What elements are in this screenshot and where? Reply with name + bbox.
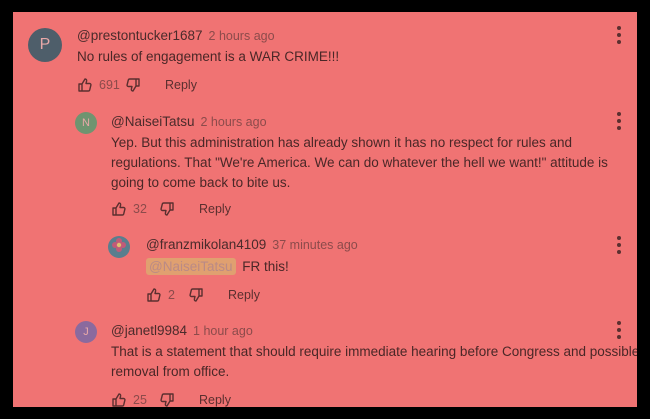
comment-time[interactable]: 1 hour ago bbox=[193, 324, 253, 338]
mention-link[interactable]: @NaiseiTatsu bbox=[146, 258, 236, 275]
flower-avatar-icon bbox=[110, 236, 128, 259]
thumbs-up-icon[interactable] bbox=[111, 201, 127, 217]
thumbs-up-icon[interactable] bbox=[77, 77, 93, 93]
thumbs-down-icon[interactable] bbox=[125, 77, 141, 93]
comment-actions: 25 Reply bbox=[111, 391, 231, 407]
comment-text: No rules of engagement is a WAR CRIME!!! bbox=[77, 49, 340, 64]
more-vertical-icon[interactable] bbox=[617, 112, 621, 130]
comment-actions: 32 Reply bbox=[111, 200, 231, 218]
like-count: 2 bbox=[168, 288, 175, 302]
author-handle[interactable]: @NaiseiTatsu bbox=[111, 114, 195, 129]
author-handle[interactable]: @prestontucker1687 bbox=[77, 28, 203, 43]
reply-button[interactable]: Reply bbox=[165, 78, 197, 92]
thumbs-up-icon[interactable] bbox=[146, 287, 162, 303]
thumbs-down-icon[interactable] bbox=[159, 392, 175, 407]
comment-actions: 691 Reply bbox=[77, 76, 197, 94]
thumbs-up-icon[interactable] bbox=[111, 392, 127, 407]
avatar-letter: N bbox=[82, 117, 90, 129]
more-vertical-icon[interactable] bbox=[617, 236, 621, 254]
avatar[interactable]: J bbox=[75, 321, 97, 343]
author-handle[interactable]: @janetl9984 bbox=[111, 323, 187, 338]
comment-body: FR this! bbox=[242, 259, 289, 274]
comments-panel: P @prestontucker1687 2 hours ago No rules… bbox=[13, 12, 637, 407]
more-vertical-icon[interactable] bbox=[617, 321, 621, 339]
comment-time[interactable]: 37 minutes ago bbox=[272, 238, 357, 252]
comment-header: @janetl9984 1 hour ago bbox=[111, 323, 253, 338]
comment-header: @prestontucker1687 2 hours ago bbox=[77, 28, 275, 43]
avatar[interactable] bbox=[108, 236, 130, 258]
comment-time[interactable]: 2 hours ago bbox=[201, 115, 267, 129]
reply-button[interactable]: Reply bbox=[199, 202, 231, 216]
more-vertical-icon[interactable] bbox=[617, 26, 621, 44]
avatar-letter: P bbox=[39, 36, 51, 53]
comment-text: Yep. But this administration has already… bbox=[111, 135, 608, 190]
comment-actions: 2 Reply bbox=[146, 286, 260, 304]
comment-text: That is a statement that should require … bbox=[111, 344, 637, 379]
avatar-letter: J bbox=[83, 326, 89, 338]
like-count: 691 bbox=[99, 78, 120, 92]
avatar[interactable]: P bbox=[28, 28, 62, 62]
thumbs-down-icon[interactable] bbox=[159, 201, 175, 217]
comment-header: @franzmikolan4109 37 minutes ago bbox=[146, 237, 358, 252]
like-count: 25 bbox=[133, 393, 147, 407]
thumbs-down-icon[interactable] bbox=[188, 287, 204, 303]
reply-button[interactable]: Reply bbox=[228, 288, 260, 302]
comment-text: @NaiseiTatsu FR this! bbox=[146, 257, 616, 277]
avatar[interactable]: N bbox=[75, 112, 97, 134]
like-count: 32 bbox=[133, 202, 147, 216]
comment-header: @NaiseiTatsu 2 hours ago bbox=[111, 114, 267, 129]
reply-button[interactable]: Reply bbox=[199, 393, 231, 407]
comment-time[interactable]: 2 hours ago bbox=[209, 29, 275, 43]
author-handle[interactable]: @franzmikolan4109 bbox=[146, 237, 266, 252]
